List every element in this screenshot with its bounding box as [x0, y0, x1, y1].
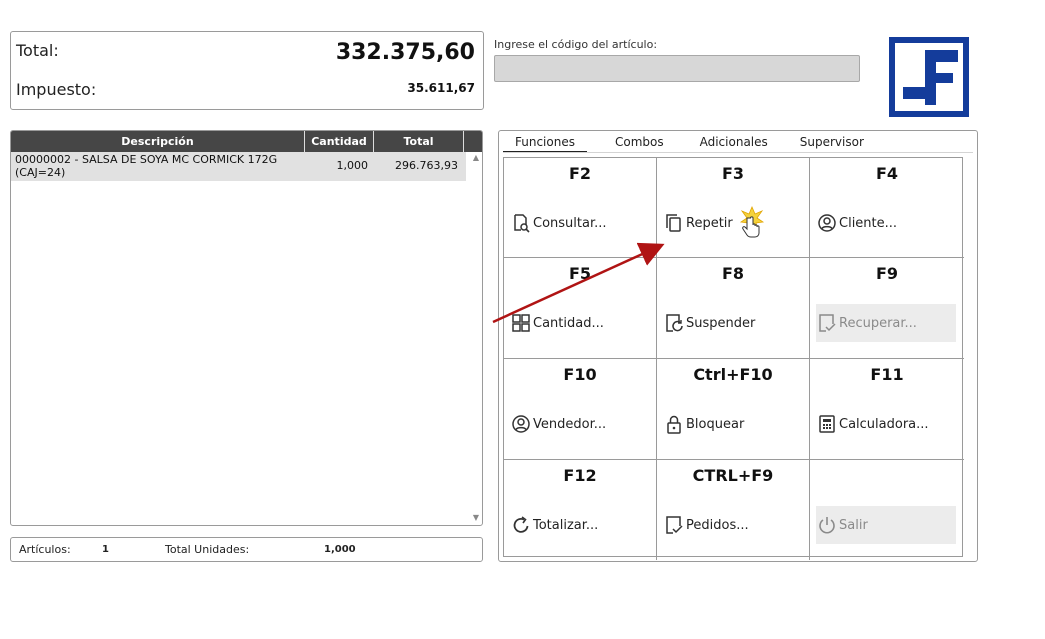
pedidos-label: Pedidos...: [686, 517, 749, 533]
consultar-button[interactable]: Consultar...: [510, 204, 650, 242]
function-cell-f12: F12 Totalizar...: [504, 460, 657, 560]
recuperar-label: Recuperar...: [839, 315, 917, 331]
tab-funciones[interactable]: Funciones: [503, 133, 587, 153]
function-cell-f3: F3 Repetir: [657, 158, 810, 258]
scroll-up-arrow-icon[interactable]: ▲: [473, 153, 479, 162]
column-header-descripcion[interactable]: Descripción: [11, 131, 305, 152]
lock-icon: [663, 413, 685, 435]
totalizar-button[interactable]: Totalizar...: [510, 506, 650, 544]
search-doc-icon: [510, 212, 532, 234]
items-summary: Artículos: 1 Total Unidades: 1,000: [10, 537, 483, 562]
tax-value: 35.611,67: [407, 81, 475, 95]
tabs-divider: [503, 152, 973, 153]
tab-adicionales[interactable]: Adicionales: [676, 133, 780, 153]
function-tabs: Funciones Combos Adicionales Supervisor: [503, 133, 876, 153]
suspend-icon: [663, 312, 685, 334]
bloquear-button[interactable]: Bloquear: [663, 405, 803, 443]
totalizar-label: Totalizar...: [533, 517, 599, 533]
copy-icon: [663, 212, 685, 234]
article-code-input[interactable]: [494, 55, 860, 82]
function-key-label: F12: [563, 466, 597, 485]
function-key-label: F10: [563, 365, 597, 384]
function-key-label: CTRL+F9: [692, 466, 774, 485]
row-descripcion: 00000002 - SALSA DE SOYA MC CORMICK 172G…: [15, 153, 278, 179]
function-cell-f4: F4 Cliente...: [810, 158, 964, 258]
cantidad-label: Cantidad...: [533, 315, 604, 331]
column-header-total[interactable]: Total: [374, 131, 464, 152]
user-circle-icon: [816, 212, 838, 234]
total-value: 332.375,60: [335, 40, 475, 65]
refresh-icon: [510, 514, 532, 536]
function-cell-f2: F2 Consultar...: [504, 158, 657, 258]
function-key-grid: F2 Consultar... F3 Repetir F4 Cliente...…: [503, 157, 964, 560]
function-key-label: F3: [721, 164, 745, 183]
function-key-label: F2: [568, 164, 592, 183]
function-cell-f10: F10 Vendedor...: [504, 359, 657, 460]
doc-check-icon: [816, 312, 838, 334]
cliente-label: Cliente...: [839, 215, 898, 231]
suspender-button[interactable]: Suspender: [663, 304, 803, 342]
totals-panel: Total: 332.375,60 Impuesto: 35.611,67: [10, 31, 484, 110]
tab-supervisor[interactable]: Supervisor: [780, 133, 876, 153]
suspender-label: Suspender: [686, 315, 756, 331]
function-key-label: F9: [875, 264, 899, 283]
total-unidades-value: 1,000: [324, 544, 356, 555]
logo-mark-icon: [899, 48, 959, 106]
repetir-label: Repetir: [686, 215, 733, 231]
function-key-label: F11: [870, 365, 904, 384]
function-key-label: F4: [875, 164, 899, 183]
calculator-icon: [816, 413, 838, 435]
function-key-label: F5: [568, 264, 592, 283]
grid-icon: [510, 312, 532, 334]
articulos-label: Artículos:: [19, 543, 71, 556]
vendedor-label: Vendedor...: [533, 416, 607, 432]
column-header-cantidad[interactable]: Cantidad: [305, 131, 374, 152]
salir-label: Salir: [839, 517, 868, 533]
tax-label: Impuesto:: [16, 80, 97, 99]
function-cell-f5: F5 Cantidad...: [504, 258, 657, 359]
items-table-header: Descripción Cantidad Total: [11, 131, 482, 152]
repetir-button[interactable]: Repetir: [663, 204, 803, 242]
total-unidades-label: Total Unidades:: [165, 543, 250, 556]
article-code-label: Ingrese el código del artículo:: [494, 38, 658, 51]
calculadora-button[interactable]: Calculadora...: [816, 405, 956, 443]
pedidos-button[interactable]: Pedidos...: [663, 506, 803, 544]
tab-combos[interactable]: Combos: [587, 133, 676, 153]
cliente-button[interactable]: Cliente...: [816, 204, 956, 242]
row-total: 296.763,93: [395, 159, 458, 172]
articulos-value: 1: [102, 544, 109, 555]
consultar-label: Consultar...: [533, 215, 607, 231]
function-key-label: Ctrl+F10: [693, 365, 773, 384]
power-icon: [816, 514, 838, 536]
row-cantidad: 1,000: [336, 159, 369, 172]
cantidad-button[interactable]: Cantidad...: [510, 304, 650, 342]
function-cell-salir: Salir: [810, 460, 964, 560]
items-table: Descripción Cantidad Total 00000002 - SA…: [10, 130, 483, 526]
function-cell-ctrl-f9: CTRL+F9 Pedidos...: [657, 460, 810, 560]
brand-logo: [889, 37, 969, 117]
function-cell-ctrl-f10: Ctrl+F10 Bloquear: [657, 359, 810, 460]
table-row[interactable]: 00000002 - SALSA DE SOYA MC CORMICK 172G…: [11, 152, 466, 181]
function-cell-f11: F11 Calculadora...: [810, 359, 964, 460]
user-circle-icon: [510, 413, 532, 435]
vendedor-button[interactable]: Vendedor...: [510, 405, 650, 443]
function-cell-f9: F9 Recuperar...: [810, 258, 964, 359]
scroll-down-arrow-icon[interactable]: ▼: [473, 513, 479, 522]
bloquear-label: Bloquear: [686, 416, 745, 432]
calculadora-label: Calculadora...: [839, 416, 929, 432]
salir-button[interactable]: Salir: [816, 506, 956, 544]
doc-check-icon: [663, 514, 685, 536]
total-label: Total:: [16, 41, 59, 60]
recuperar-button[interactable]: Recuperar...: [816, 304, 956, 342]
function-key-label: F8: [721, 264, 745, 283]
function-panel: Funciones Combos Adicionales Supervisor …: [498, 130, 978, 562]
function-cell-f8: F8 Suspender: [657, 258, 810, 359]
